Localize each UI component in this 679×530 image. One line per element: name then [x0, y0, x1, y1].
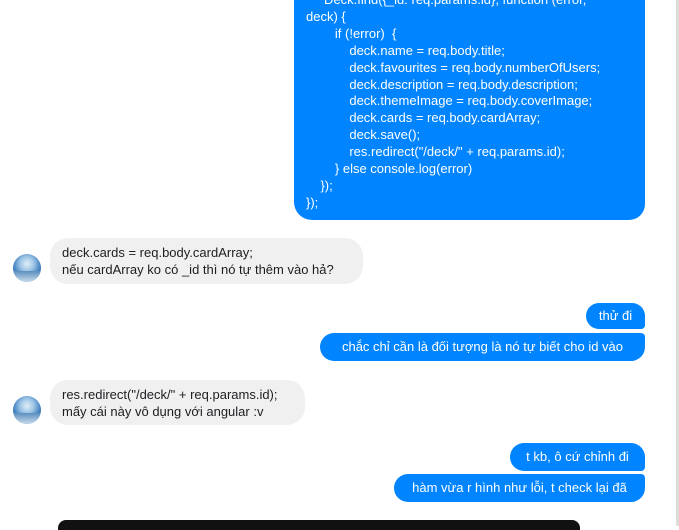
code-line: deck.cards = req.body.cardArray; [306, 110, 541, 126]
outgoing-message-bubble: hàm vừa r hình như lỗi, t check lại đã [394, 474, 645, 502]
composer-edge [58, 520, 580, 530]
message-text: mấy cái này vô dụng với angular :v [62, 404, 264, 419]
incoming-message-bubble: res.redirect("/deck/" + req.params.id); … [50, 380, 305, 425]
code-line: deck.save(); [306, 127, 421, 143]
outgoing-message-bubble: t kb, ô cứ chỉnh đi [510, 443, 645, 471]
code-line: }); [306, 177, 333, 193]
code-line: if (!error) { [306, 25, 397, 41]
message-text: res.redirect("/deck/" + req.params.id); [62, 387, 278, 402]
incoming-message-bubble: deck.cards = req.body.cardArray; nếu car… [50, 238, 363, 284]
code-line: }); [306, 194, 319, 210]
contact-avatar[interactable] [13, 254, 41, 282]
message-text: chắc chỉ cần là đối tượng là nó tự biết … [341, 339, 624, 354]
code-line: Deck.find({_id: req.params.id}, function… [306, 0, 635, 9]
contact-avatar[interactable] [13, 396, 41, 424]
code-line: deck.name = req.body.title; [306, 42, 505, 58]
message-text: t kb, ô cứ chỉnh đi [526, 449, 629, 464]
message-text: deck.cards = req.body.cardArray; [62, 245, 253, 260]
code-line: res.redirect("/deck/" + req.params.id); [306, 144, 565, 160]
message-text: hàm vừa r hình như lỗi, t check lại đã [412, 480, 627, 495]
outgoing-message-bubble: chắc chỉ cần là đối tượng là nó tự biết … [320, 333, 645, 361]
outgoing-message-bubble: thử đi [586, 303, 645, 329]
message-text: thử đi [598, 308, 633, 323]
message-text: nếu cardArray ko có _id thì nó tự thêm v… [62, 262, 334, 277]
code-message-bubble: Deck.find({_id: req.params.id}, function… [294, 0, 645, 220]
code-line: deck.favourites = req.body.numberOfUsers… [306, 59, 601, 75]
code-line: deck.description = req.body.description; [306, 76, 578, 92]
code-line: deck.themeImage = req.body.coverImage; [306, 93, 593, 109]
code-line: } else console.log(error) [306, 161, 473, 177]
code-line: deck) { [306, 8, 346, 24]
